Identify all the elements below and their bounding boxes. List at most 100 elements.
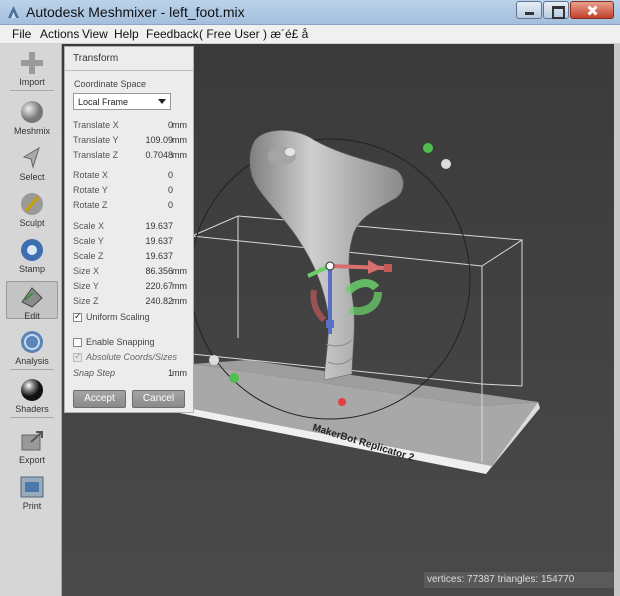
checkbox-icon <box>73 351 82 362</box>
print-icon <box>20 476 44 498</box>
row-value[interactable]: 19.637 <box>145 251 173 261</box>
uniform-scaling-checkbox[interactable]: Uniform Scaling <box>73 311 191 324</box>
shaders-icon <box>21 379 43 401</box>
chevron-down-icon <box>158 99 166 104</box>
tool-edit-label: Edit <box>24 311 40 321</box>
checkbox-label: Uniform Scaling <box>86 312 150 322</box>
size-y-row[interactable]: Size Y 220.67 mm <box>73 281 187 293</box>
row-value[interactable]: 19.637 <box>145 236 173 246</box>
close-button[interactable] <box>570 1 614 19</box>
tool-print[interactable]: Print <box>6 474 58 511</box>
scale-x-row[interactable]: Scale X 19.637 <box>73 221 187 233</box>
row-label: Translate X <box>73 120 119 130</box>
menu-view[interactable]: View <box>82 27 108 41</box>
row-value[interactable]: 109.09 <box>145 135 173 145</box>
translate-x-row[interactable]: Translate X 0 mm <box>73 120 187 132</box>
snap-step-row[interactable]: Snap Step 1 mm <box>73 368 187 380</box>
row-unit: mm <box>172 296 187 306</box>
menu-user-status[interactable]: ( Free User ) æ´é£ å <box>199 27 308 41</box>
select-icon <box>22 146 40 169</box>
tool-stamp[interactable]: Stamp <box>6 237 58 274</box>
menu-file[interactable]: File <box>12 27 31 41</box>
row-value[interactable]: 0 <box>168 170 173 180</box>
enable-snapping-checkbox[interactable]: Enable Snapping <box>73 337 191 349</box>
coord-space-label: Coordinate Space <box>74 79 147 89</box>
tool-select[interactable]: Select <box>6 145 58 182</box>
row-label: Size Z <box>73 296 99 306</box>
row-label: Rotate X <box>73 170 109 180</box>
absolute-coords-checkbox[interactable]: Absolute Coords/Sizes <box>73 351 191 364</box>
row-label: Scale Y <box>73 236 104 246</box>
panel-title: Transform <box>73 53 119 64</box>
scale-z-row[interactable]: Scale Z 19.637 <box>73 251 187 263</box>
toolbar-divider <box>10 90 54 91</box>
row-label: Size Y <box>73 281 99 291</box>
analysis-icon <box>21 331 43 353</box>
scale-y-row[interactable]: Scale Y 19.637 <box>73 236 187 248</box>
tool-select-label: Select <box>19 172 45 182</box>
rotate-y-row[interactable]: Rotate Y 0 <box>73 185 187 197</box>
window-border <box>614 44 620 596</box>
row-value[interactable]: 220.67 <box>145 281 173 291</box>
window-title: Autodesk Meshmixer - left_foot.mix <box>26 4 245 20</box>
size-z-row[interactable]: Size Z 240.82 mm <box>73 296 187 308</box>
cancel-button[interactable]: Cancel <box>132 390 185 408</box>
menu-feedback[interactable]: Feedback <box>146 27 199 41</box>
row-unit: mm <box>172 266 187 276</box>
row-label: Scale Z <box>73 251 104 261</box>
row-value[interactable]: 86.356 <box>145 266 173 276</box>
tool-import[interactable]: Import <box>6 50 58 87</box>
tool-shaders[interactable]: Shaders <box>6 377 58 414</box>
tool-export[interactable]: Export <box>6 428 58 465</box>
accept-button[interactable]: Accept <box>73 390 126 408</box>
row-value[interactable]: 0 <box>168 185 173 195</box>
rotate-z-row[interactable]: Rotate Z 0 <box>73 200 187 212</box>
translate-z-row[interactable]: Translate Z 0.7048 mm <box>73 150 187 162</box>
checkbox-icon <box>73 311 82 322</box>
row-label: Snap Step <box>73 368 116 378</box>
row-label: Scale X <box>73 221 105 231</box>
tool-analysis-label: Analysis <box>15 356 49 366</box>
row-label: Rotate Z <box>73 200 108 210</box>
transform-panel: Transform Coordinate Space Local Frame T… <box>64 46 194 413</box>
tool-meshmix-label: Meshmix <box>13 126 50 136</box>
tool-meshmix[interactable]: Meshmix <box>6 99 58 136</box>
row-value[interactable]: 240.82 <box>145 296 173 306</box>
toolbar-divider <box>10 417 54 418</box>
tool-sculpt[interactable]: Sculpt <box>6 191 58 228</box>
row-value[interactable]: 0.7048 <box>145 150 173 160</box>
row-value[interactable]: 19.637 <box>145 221 173 231</box>
size-x-row[interactable]: Size X 86.356 mm <box>73 266 187 278</box>
title-bar: Autodesk Meshmixer - left_foot.mix <box>0 0 620 25</box>
panel-divider <box>65 70 193 71</box>
row-unit: mm <box>172 368 187 378</box>
tool-print-label: Print <box>22 501 42 511</box>
row-label: Translate Y <box>73 135 119 145</box>
export-icon <box>21 431 43 451</box>
checkbox-label: Enable Snapping <box>86 337 155 347</box>
menu-bar: File Actions View Help Feedback ( Free U… <box>0 25 620 44</box>
row-label: Translate Z <box>73 150 119 160</box>
coord-space-value: Local Frame <box>78 97 129 107</box>
menu-actions[interactable]: Actions <box>40 27 79 41</box>
row-unit: mm <box>172 135 187 145</box>
tool-edit[interactable]: Edit <box>6 281 58 321</box>
minimize-button[interactable] <box>516 1 542 19</box>
sculpt-icon <box>21 193 43 215</box>
menu-help[interactable]: Help <box>114 27 139 41</box>
meshmix-icon <box>21 101 43 123</box>
tool-import-label: Import <box>19 77 45 87</box>
translate-y-row[interactable]: Translate Y 109.09 mm <box>73 135 187 147</box>
coord-space-select[interactable]: Local Frame <box>73 93 171 110</box>
row-unit: mm <box>172 120 187 130</box>
tool-stamp-label: Stamp <box>18 264 45 274</box>
toolbar-divider <box>10 369 54 370</box>
row-unit: mm <box>172 281 187 291</box>
status-bar: vertices: 77387 triangles: 154770 <box>424 572 614 588</box>
tool-sculpt-label: Sculpt <box>19 218 45 228</box>
edit-icon <box>21 287 43 308</box>
maximize-button[interactable] <box>543 1 569 19</box>
rotate-x-row[interactable]: Rotate X 0 <box>73 170 187 182</box>
tool-analysis[interactable]: Analysis <box>6 329 58 366</box>
row-value[interactable]: 0 <box>168 200 173 210</box>
